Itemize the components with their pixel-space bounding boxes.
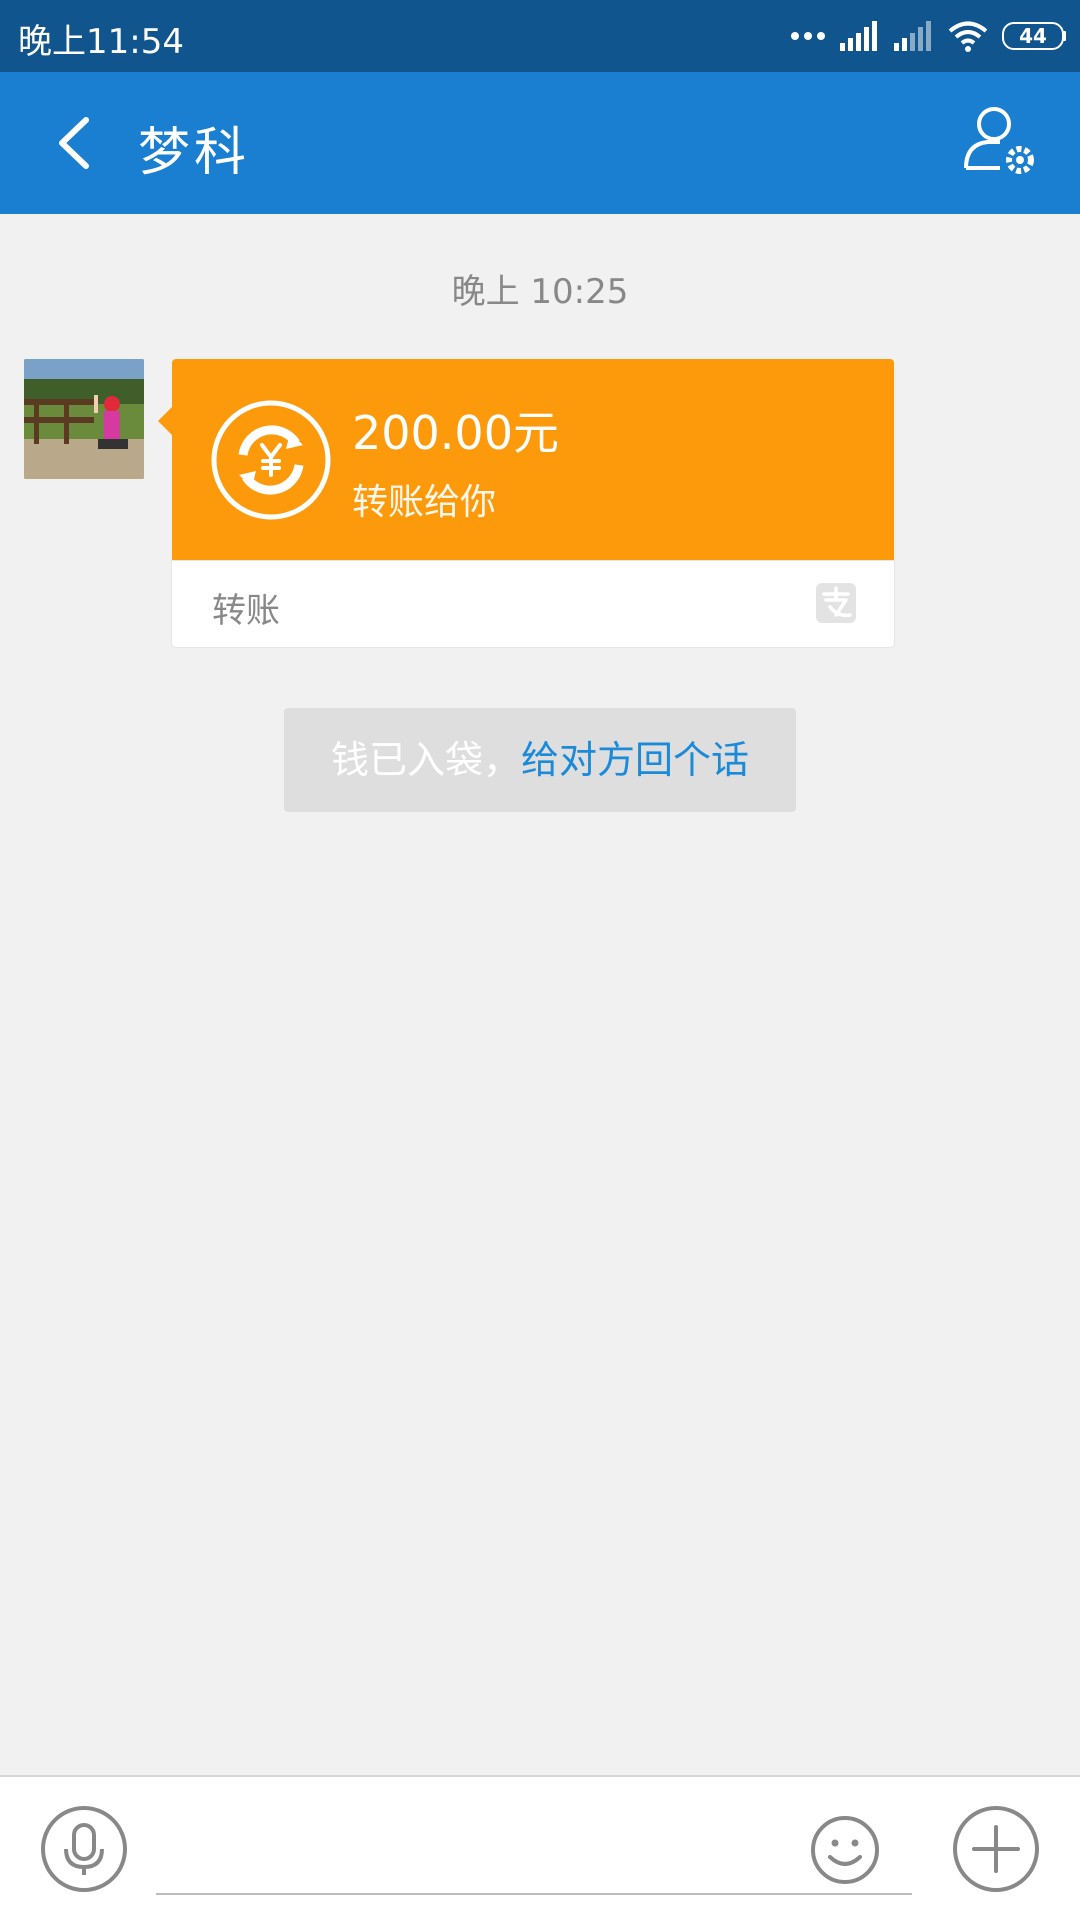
battery-icon: 44 — [1002, 22, 1066, 50]
chat-title: 梦科 — [138, 123, 251, 183]
smiley-icon[interactable] — [810, 1815, 880, 1885]
transfer-message[interactable]: 200.00元 转账给你 转账 — [158, 359, 894, 647]
transfer-card-body: 200.00元 转账给你 — [172, 359, 894, 561]
plus-icon[interactable] — [952, 1805, 1040, 1893]
transfer-card-footer: 转账 — [172, 561, 894, 647]
reply-link[interactable]: 给对方回个话 — [521, 738, 749, 782]
transfer-yuan-icon — [211, 400, 331, 520]
input-bar — [0, 1775, 1080, 1922]
microphone-icon[interactable] — [40, 1805, 128, 1893]
received-notice: 钱已入袋，给对方回个话 — [284, 708, 796, 812]
bubble-tail — [158, 407, 172, 435]
avatar[interactable] — [24, 359, 144, 479]
user-settings-icon[interactable] — [960, 102, 1040, 182]
chat-header: 梦科 — [0, 72, 1080, 214]
battery-level: 44 — [1019, 24, 1047, 48]
transfer-description: 转账给你 — [352, 482, 497, 523]
message-input[interactable] — [156, 1807, 912, 1895]
message-timestamp: 晚上 10:25 — [451, 272, 629, 312]
signal-weak-icon — [894, 21, 931, 51]
status-bar: 晚上11:54 44 — [0, 0, 1080, 72]
more-dots-icon — [791, 32, 825, 40]
notice-text: 钱已入袋， — [330, 738, 521, 782]
status-icons: 44 — [790, 12, 1066, 60]
transfer-label: 转账 — [212, 591, 280, 631]
wifi-icon — [948, 21, 988, 52]
signal-icon — [840, 21, 877, 51]
avatar-image — [24, 359, 144, 479]
transfer-amount: 200.00元 — [352, 406, 559, 460]
back-button[interactable] — [40, 108, 110, 178]
status-time: 晚上11:54 — [18, 22, 184, 62]
alipay-icon — [816, 583, 856, 623]
